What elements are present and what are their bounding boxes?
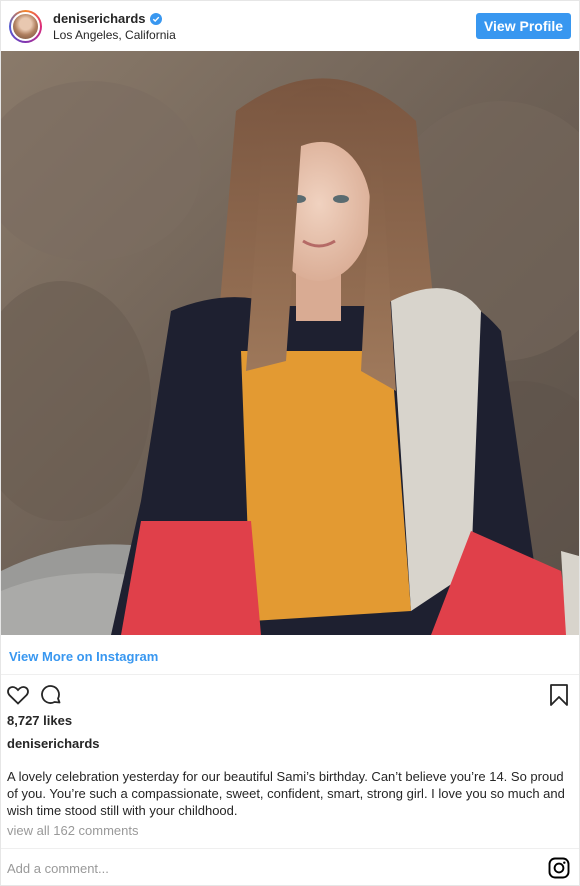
avatar[interactable] — [9, 10, 42, 43]
action-bar — [1, 681, 579, 709]
instagram-icon[interactable] — [548, 857, 570, 879]
comment-icon[interactable] — [39, 683, 63, 707]
divider — [1, 848, 579, 849]
bookmark-icon[interactable] — [549, 683, 569, 707]
avatar-image — [11, 12, 40, 41]
view-more-link[interactable]: View More on Instagram — [9, 649, 158, 664]
caption-text: A lovely celebration yesterday for our b… — [7, 769, 565, 818]
username-link[interactable]: deniserichards — [53, 11, 146, 26]
verified-badge-icon — [149, 12, 162, 25]
likes-count[interactable]: 8,727 likes — [7, 713, 72, 728]
post-header: deniserichards Los Angeles, California V… — [1, 1, 579, 51]
instagram-embed: deniserichards Los Angeles, California V… — [0, 0, 580, 886]
view-comments-link[interactable]: view all 162 comments — [7, 823, 139, 838]
heart-icon[interactable] — [6, 683, 30, 707]
caption-username[interactable]: deniserichards — [7, 736, 100, 751]
username-row: deniserichards — [53, 11, 162, 26]
post-photo[interactable] — [1, 51, 579, 635]
view-profile-button[interactable]: View Profile — [476, 13, 571, 39]
add-comment-input[interactable]: Add a comment... — [7, 861, 109, 876]
divider — [1, 674, 579, 675]
location-link[interactable]: Los Angeles, California — [53, 28, 176, 42]
